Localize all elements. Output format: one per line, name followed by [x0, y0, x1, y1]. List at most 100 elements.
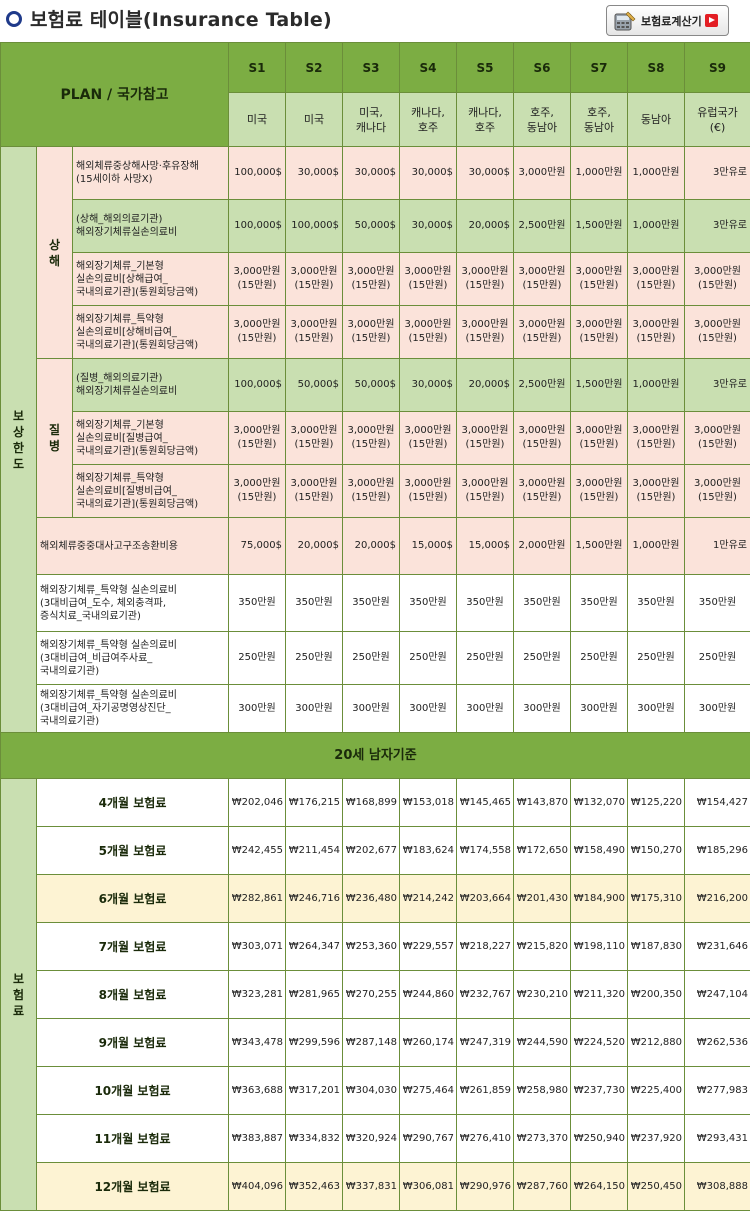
coverage-value-cell: 250만원	[513, 631, 571, 685]
coverage-value-cell: 350만원	[456, 574, 514, 632]
premium-section-label: 20세 남자기준	[0, 732, 750, 779]
plan-header-s5: S5	[456, 42, 514, 93]
premium-value-cell: ₩150,270	[627, 826, 685, 875]
country-cell: 미국	[285, 92, 343, 147]
coverage-value-cell: 50,000$	[285, 358, 343, 412]
premium-value-cell: ₩242,455	[228, 826, 286, 875]
coverage-value-cell: 3,000만원 (15만원)	[456, 464, 514, 518]
premium-value-cell: ₩247,319	[456, 1018, 514, 1067]
coverage-value-cell: 300만원	[513, 684, 571, 733]
coverage-value-cell: 3,000만원 (15만원)	[399, 464, 457, 518]
coverage-value-cell: 3,000만원 (15만원)	[342, 252, 400, 306]
coverage-value-cell: 30,000$	[399, 199, 457, 253]
coverage-value-cell: 30,000$	[399, 146, 457, 200]
premium-value-cell: ₩225,400	[627, 1066, 685, 1115]
country-cell: 동남아	[627, 92, 685, 147]
premium-row: 7개월 보험료 ₩303,071 ₩264,347 ₩253,360 ₩229,557 ₩…	[1, 922, 750, 971]
premium-value-cell: ₩287,760	[513, 1162, 571, 1211]
coverage-value-cell: 1,000만원	[627, 199, 685, 253]
plan-header: PLAN / 국가참고	[0, 42, 229, 147]
premium-value-cell: ₩323,281	[228, 970, 286, 1019]
premium-value-cell: ₩363,688	[228, 1066, 286, 1115]
premium-value-cell: ₩317,201	[285, 1066, 343, 1115]
coverage-value-cell: 300만원	[342, 684, 400, 733]
coverage-value-cell: 3,000만원 (15만원)	[342, 305, 400, 359]
coverage-value-cell: 1,500만원	[570, 517, 628, 575]
coverage-value-cell: 15,000$	[399, 517, 457, 575]
premium-value-cell: ₩334,832	[285, 1114, 343, 1163]
coverage-value-cell: 300만원	[399, 684, 457, 733]
premium-value-cell: ₩287,148	[342, 1018, 400, 1067]
coverage-row: 해외장기체류_특약형 실손의료비[질병비급여_ 국내의료기관](통원회당금액) 3…	[1, 464, 750, 518]
premium-calculator-button[interactable]: 보험료계산기	[606, 5, 729, 36]
premium-value-cell: ₩244,860	[399, 970, 457, 1019]
coverage-row-label: 해외장기체류_특약형 실손의료비[질병비급여_ 국내의료기관](통원회당금액)	[72, 464, 229, 518]
premium-value-cell: ₩308,888	[684, 1162, 750, 1211]
premium-row: 10개월 보험료 ₩363,688 ₩317,201 ₩304,030 ₩275,464…	[1, 1066, 750, 1115]
coverage-value-cell: 3,000만원	[513, 146, 571, 200]
plan-header-s6: S6	[513, 42, 571, 93]
premium-value-cell: ₩215,820	[513, 922, 571, 971]
plan-header-s4: S4	[399, 42, 457, 93]
coverage-value-cell: 3만유로	[684, 146, 750, 200]
premium-row: 8개월 보험료 ₩323,281 ₩281,965 ₩270,255 ₩244,860 ₩…	[1, 970, 750, 1019]
premium-value-cell: ₩214,242	[399, 874, 457, 923]
premium-value-cell: ₩202,677	[342, 826, 400, 875]
premium-value-cell: ₩176,215	[285, 778, 343, 827]
coverage-row-label: 해외장기체류_기본형 실손의료비[상해급여_ 국내의료기관](통원회당금액)	[72, 252, 229, 306]
coverage-value-cell: 350만원	[399, 574, 457, 632]
coverage-value-cell: 75,000$	[228, 517, 286, 575]
coverage-value-cell: 3,000만원 (15만원)	[684, 252, 750, 306]
premium-row: 보 험 료 4개월 보험료 ₩202,046 ₩176,215 ₩168,899 ₩153…	[0, 778, 750, 1211]
premium-value-cell: ₩383,887	[228, 1114, 286, 1163]
premium-value-cell: ₩337,831	[342, 1162, 400, 1211]
coverage-value-cell: 100,000$	[228, 146, 286, 200]
premium-value-cell: ₩203,664	[456, 874, 514, 923]
coverage-value-cell: 3,000만원 (15만원)	[570, 305, 628, 359]
insurance-table: PLAN / 국가참고 S1 S2 S3 S4 S5 S6 S7 S8 S9 미국 미국 미국, 캐나다…	[0, 42, 750, 1211]
premium-value-cell: ₩201,430	[513, 874, 571, 923]
country-cell: 캐나다, 호주	[399, 92, 457, 147]
title-area: 보험료 테이블(Insurance Table)	[6, 5, 332, 32]
coverage-row-label: 해외장기체류_특약형 실손의료비 (3대비급여_자기공명영상진단_ 국내의료기관…	[36, 684, 229, 733]
coverage-value-cell: 3,000만원 (15만원)	[456, 252, 514, 306]
coverage-value-cell: 3,000만원 (15만원)	[342, 411, 400, 465]
calculator-icon	[614, 11, 636, 30]
coverage-row-label: (질병_해외의료기관) 해외장기체류실손의료비	[72, 358, 229, 412]
premium-value-cell: ₩202,046	[228, 778, 286, 827]
coverage-value-cell: 250만원	[399, 631, 457, 685]
coverage-value-cell: 350만원	[342, 574, 400, 632]
premium-value-cell: ₩261,859	[456, 1066, 514, 1115]
coverage-value-cell: 3,000만원 (15만원)	[570, 252, 628, 306]
coverage-value-cell: 3,000만원 (15만원)	[399, 411, 457, 465]
country-cell: 미국, 캐나다	[342, 92, 400, 147]
coverage-value-cell: 2,000만원	[513, 517, 571, 575]
country-cell: 캐나다, 호주	[456, 92, 514, 147]
coverage-row-label: 해외장기체류_특약형 실손의료비 (3대비급여_도수, 체외충격파, 증식치료_…	[36, 574, 229, 632]
premium-value-cell: ₩275,464	[399, 1066, 457, 1115]
coverage-row: 해외체류중중대사고구조송환비용 75,000$ 20,000$ 20,000$ 15,0…	[1, 517, 750, 575]
premium-value-cell: ₩237,730	[570, 1066, 628, 1115]
coverage-value-cell: 1,000만원	[627, 358, 685, 412]
coverage-value-cell: 300만원	[228, 684, 286, 733]
coverage-value-cell: 3,000만원 (15만원)	[627, 252, 685, 306]
country-cell: 미국	[228, 92, 286, 147]
premium-value-cell: ₩174,558	[456, 826, 514, 875]
coverage-value-cell: 1,500만원	[570, 358, 628, 412]
coverage-value-cell: 300만원	[570, 684, 628, 733]
premium-value-cell: ₩187,830	[627, 922, 685, 971]
coverage-row: 해외장기체류_기본형 실손의료비[질병급여_ 국내의료기관](통원회당금액) 3,…	[1, 411, 750, 465]
premium-value-cell: ₩231,646	[684, 922, 750, 971]
coverage-value-cell: 250만원	[570, 631, 628, 685]
coverage-value-cell: 350만원	[285, 574, 343, 632]
coverage-value-cell: 30,000$	[285, 146, 343, 200]
premium-value-cell: ₩237,920	[627, 1114, 685, 1163]
coverage-value-cell: 100,000$	[285, 199, 343, 253]
premium-value-cell: ₩224,520	[570, 1018, 628, 1067]
premium-value-cell: ₩232,767	[456, 970, 514, 1019]
premium-value-cell: ₩172,650	[513, 826, 571, 875]
coverage-value-cell: 300만원	[285, 684, 343, 733]
coverage-value-cell: 250만원	[684, 631, 750, 685]
coverage-row: 해외장기체류_특약형 실손의료비 (3대비급여_비급여주사료_ 국내의료기관) 2…	[1, 631, 750, 685]
coverage-value-cell: 3만유로	[684, 358, 750, 412]
